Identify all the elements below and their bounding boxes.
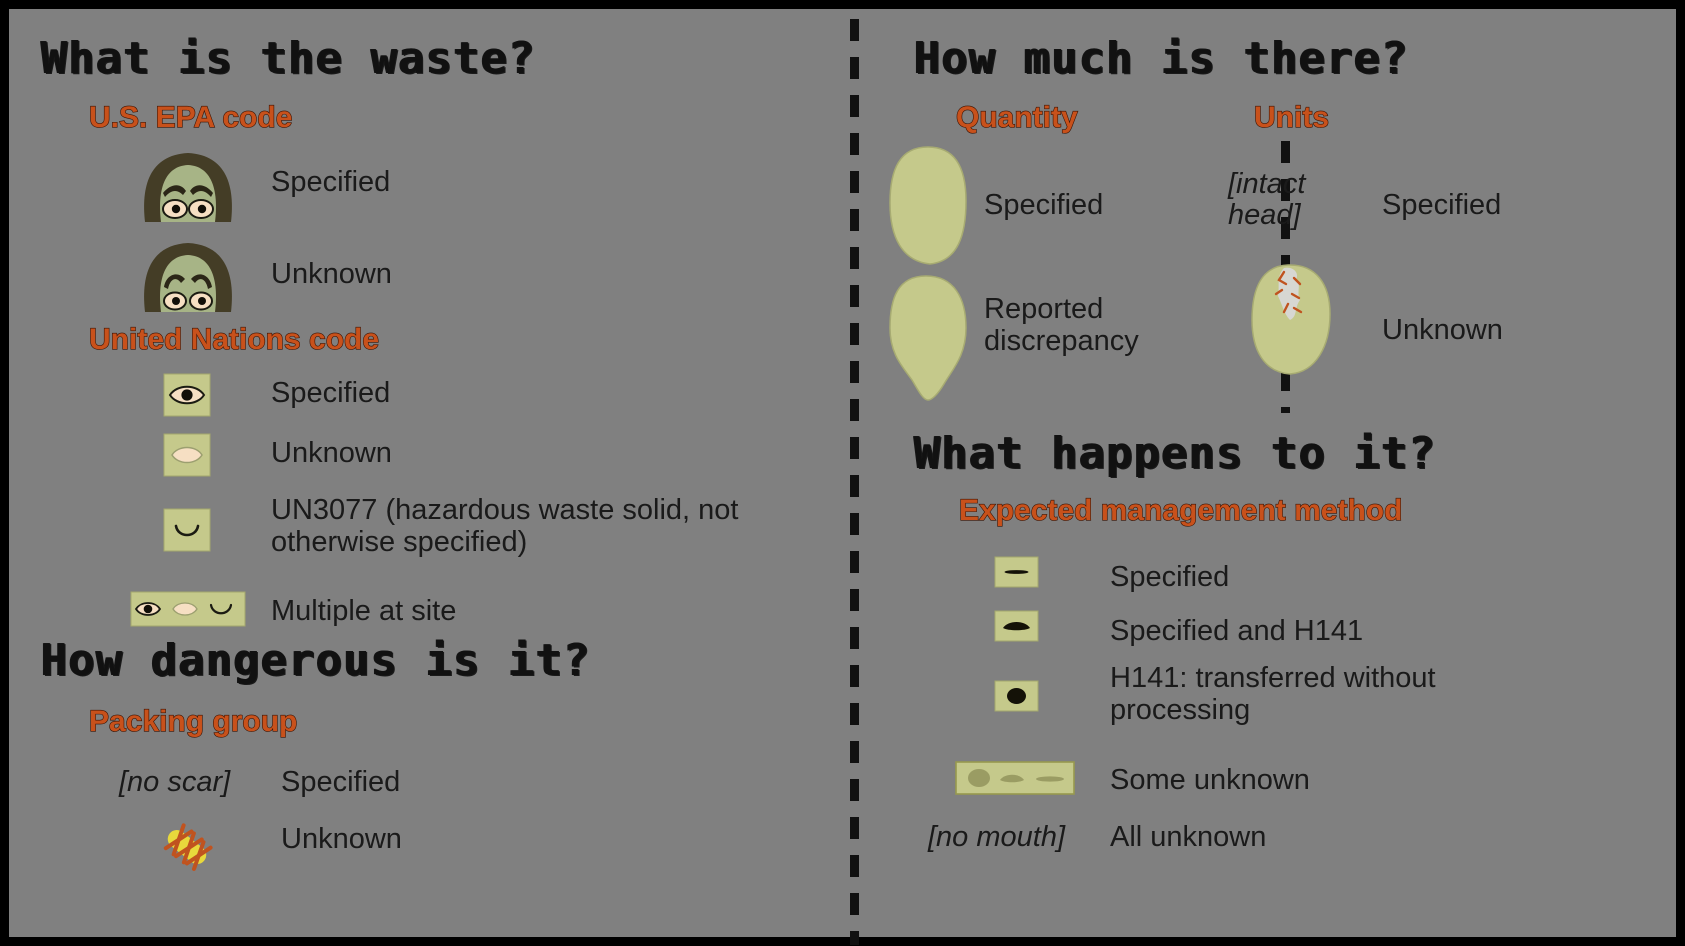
- legend-figure: What is the waste? U.S. EPA code Specifi…: [0, 0, 1685, 946]
- stitched-scar-icon: [149, 809, 225, 885]
- label-packing-group-unknown: Unknown: [281, 823, 402, 855]
- mouth-round-open-tile-icon: [994, 680, 1039, 712]
- question-how-much-is-there: How much is there?: [914, 33, 1409, 84]
- label-packing-group-specified: Specified: [281, 766, 401, 798]
- mouth-slightly-open-tile-icon: [994, 610, 1039, 642]
- label-un-specified: Specified: [271, 377, 391, 409]
- label-epa-unknown: Unknown: [271, 258, 392, 290]
- label-multiple-at-site: Multiple at site: [271, 595, 457, 627]
- label-quantity-reported-discrepancy: Reported discrepancy: [984, 293, 1139, 358]
- subheading-quantity: Quantity: [955, 101, 1078, 134]
- right-panel: How much is there? Quantity Units Specif…: [854, 9, 1685, 937]
- subheading-us-epa-code: U.S. EPA code: [88, 101, 293, 134]
- label-management-all-unknown: All unknown: [1110, 821, 1267, 853]
- label-quantity-specified: Specified: [984, 189, 1104, 221]
- eye-closed-smile-tile-icon: [163, 508, 211, 552]
- label-units-specified: Specified: [1382, 189, 1502, 221]
- question-what-is-the-waste: What is the waste?: [41, 33, 536, 84]
- subheading-united-nations-code: United Nations code: [88, 323, 380, 356]
- label-management-specified: Specified: [1110, 561, 1230, 593]
- packing-group-specified-icon-text: [no scar]: [119, 766, 231, 798]
- three-eyes-tile-icon: [130, 591, 246, 627]
- label-un-unknown: Unknown: [271, 437, 392, 469]
- head-blob-with-wound-icon: [1244, 262, 1340, 377]
- head-blob-dripping-icon: [878, 272, 978, 402]
- subheading-expected-management-method: Expected management method: [958, 494, 1403, 527]
- subheading-packing-group: Packing group: [88, 705, 298, 738]
- management-all-unknown-icon-text: [no mouth]: [928, 821, 1066, 853]
- left-panel: What is the waste? U.S. EPA code Specifi…: [9, 9, 854, 937]
- label-un3077: UN3077 (hazardous waste solid, not other…: [271, 494, 739, 559]
- label-management-some-unknown: Some unknown: [1110, 764, 1310, 796]
- label-epa-specified: Specified: [271, 166, 391, 198]
- eye-open-with-pupil-tile-icon: [163, 373, 211, 417]
- question-how-dangerous-is-it: How dangerous is it?: [41, 635, 591, 686]
- units-specified-icon-text: [intact head]: [1228, 168, 1306, 232]
- label-management-h141-transferred: H141: transferred without processing: [1110, 662, 1436, 727]
- eye-blank-no-pupil-tile-icon: [163, 433, 211, 477]
- label-units-unknown: Unknown: [1382, 314, 1503, 346]
- subheading-units: Units: [1253, 101, 1329, 134]
- three-faded-mouths-tile-icon: [955, 761, 1075, 795]
- zombie-head-worried-brows-icon: [133, 147, 243, 222]
- question-what-happens-to-it: What happens to it?: [914, 428, 1437, 479]
- head-blob-rounded-icon: [878, 143, 978, 268]
- mouth-thin-line-tile-icon: [994, 556, 1039, 588]
- label-management-specified-and-h141: Specified and H141: [1110, 615, 1364, 647]
- zombie-head-raised-brows-icon: [133, 237, 243, 312]
